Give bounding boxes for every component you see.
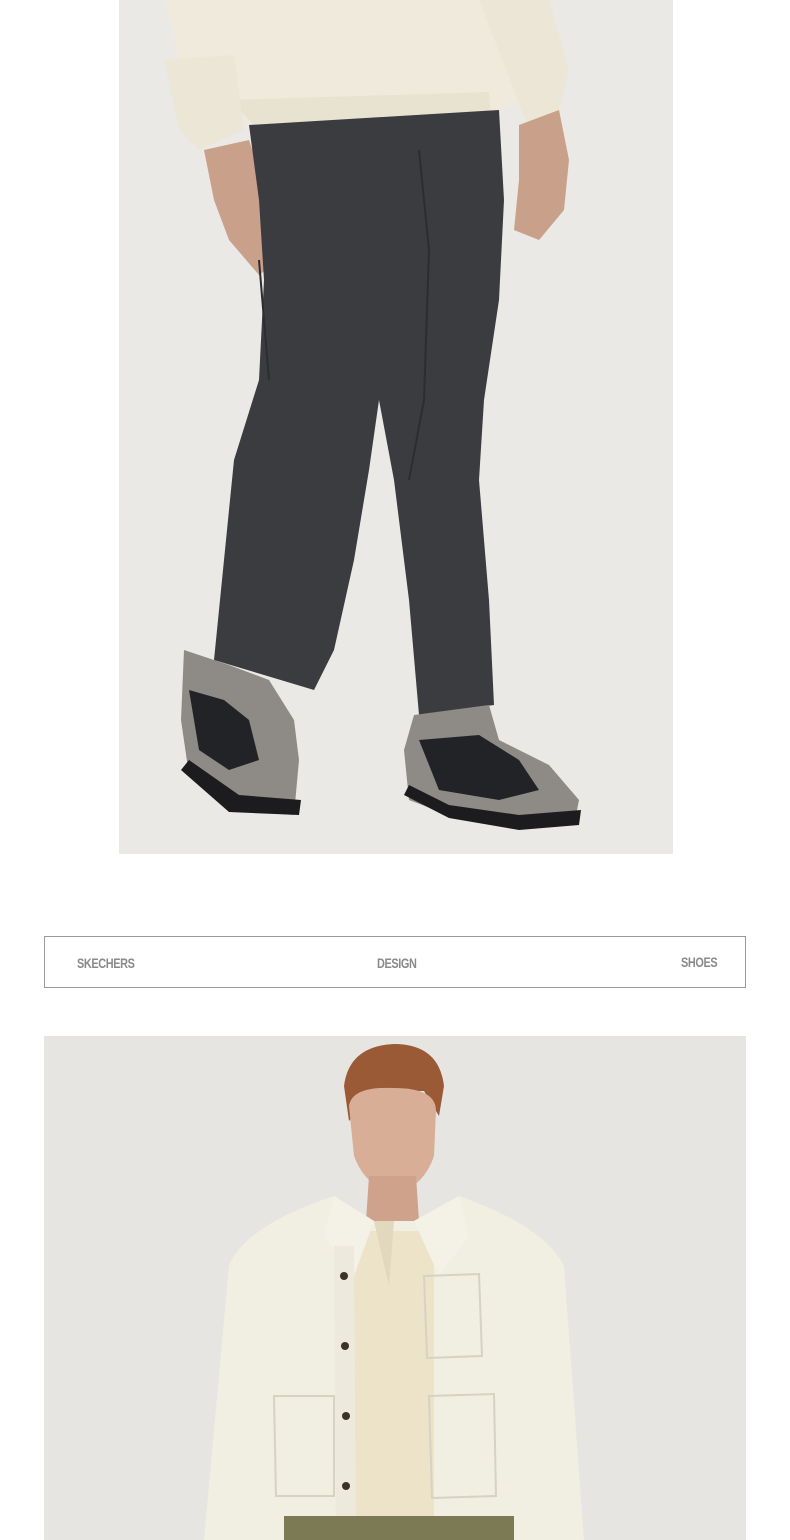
banner-right-text: SHOES bbox=[681, 954, 718, 970]
product-photo-jacket bbox=[44, 1036, 746, 1540]
trousers-illustration bbox=[119, 0, 673, 854]
jacket-illustration bbox=[44, 1036, 746, 1540]
banner-left-text: SKECHERS bbox=[77, 955, 135, 971]
brand-banner: SKECHERS DESIGN SHOES bbox=[44, 936, 746, 988]
product-photo-trousers bbox=[119, 0, 673, 854]
banner-center-text: DESIGN bbox=[377, 955, 417, 971]
